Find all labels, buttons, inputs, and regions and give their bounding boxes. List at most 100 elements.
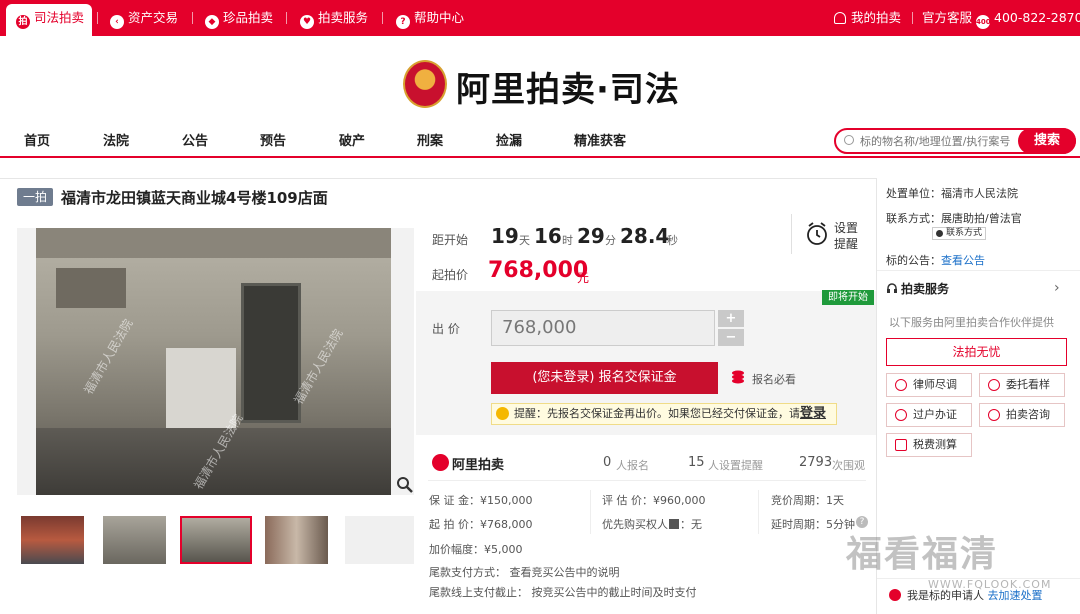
service-label: 委托看样 — [1006, 378, 1050, 391]
countdown-hours-unit: 时 — [562, 234, 573, 247]
mainnav-bargains[interactable]: 捡漏 — [496, 130, 522, 149]
start-price-info: 起 拍 价：¥768,000 — [429, 518, 533, 531]
decrease-bid-button[interactable]: − — [718, 329, 744, 346]
priority-label: 优先购买权人 — [602, 518, 668, 531]
reminder-count: 15 — [688, 455, 705, 470]
topnav-treasure-label: 珍品拍卖 — [223, 10, 274, 25]
mainnav-criminal[interactable]: 刑案 — [417, 130, 443, 149]
topnav-assets[interactable]: ‹ 资产交易 — [110, 0, 178, 36]
gem-icon: ◆ — [205, 15, 219, 29]
my-auction-label: 我的拍卖 — [851, 10, 902, 25]
counter — [166, 348, 236, 428]
countdown-days: 19 — [491, 224, 519, 248]
user-icon — [834, 12, 846, 24]
notice-link[interactable]: 查看公告 — [941, 254, 985, 267]
page-root: 拍司法拍卖 ‹ 资产交易 ◆ 珍品拍卖 ♥ 拍卖服务 ? 帮助中心 我的拍卖 官方客服 … — [0, 0, 1080, 614]
lawyer-due-diligence-button[interactable]: 律师尽调 — [886, 373, 972, 397]
ceiling — [36, 228, 391, 258]
topnav-judicial[interactable]: 拍司法拍卖 — [6, 4, 93, 36]
info-icon — [669, 519, 679, 529]
thumbnail-selected[interactable] — [180, 516, 252, 564]
signup-count: 0 — [603, 455, 612, 470]
service-desc: 以下服务由阿里拍卖合作伙伴提供 — [889, 316, 1054, 329]
divider — [428, 480, 866, 481]
platform-name: 阿里拍卖 — [452, 458, 505, 473]
gavel-icon: 拍 — [16, 15, 30, 29]
service-label: 拍卖咨询 — [1006, 408, 1050, 421]
phone-icon: 400 — [976, 15, 991, 29]
main-photo[interactable]: 福清市人民法院 福清市人民法院 福清市人民法院 — [17, 228, 414, 495]
search-button[interactable]: 搜索 — [1018, 128, 1076, 154]
delay-cycle-info: 延时周期：5分钟 — [771, 518, 855, 531]
divider — [590, 490, 591, 534]
site-logo-text[interactable]: 阿里拍卖·司法 — [456, 62, 680, 111]
topnav-treasure[interactable]: ◆ 珍品拍卖 — [205, 0, 273, 36]
top-bar: 拍司法拍卖 ‹ 资产交易 ◆ 珍品拍卖 ♥ 拍卖服务 ? 帮助中心 我的拍卖 官方客服 … — [0, 0, 1080, 36]
login-tip: 提醒：先报名交保证金再出价。如果您已经交付保证金，请登录 — [491, 403, 837, 425]
service-title: 拍卖服务 — [901, 282, 950, 296]
must-read-link[interactable]: 报名必看 — [752, 371, 796, 387]
headset-icon — [887, 283, 897, 293]
contact-button-label: 联系方式 — [946, 228, 983, 238]
tip-login-link[interactable]: 登录 — [800, 406, 826, 421]
start-price-unit: 元 — [577, 271, 590, 285]
countdown-minutes-unit: 分 — [605, 234, 616, 247]
topnav-help[interactable]: ? 帮助中心 — [396, 0, 464, 36]
thumbnail[interactable] — [345, 516, 414, 564]
transfer-button[interactable]: 过户办证 — [886, 403, 972, 427]
mainnav-bankruptcy[interactable]: 破产 — [339, 130, 365, 149]
priority-value: ：无 — [680, 518, 702, 531]
my-auction-link[interactable]: 我的拍卖 — [834, 0, 901, 36]
unit-value[interactable]: 福清市人民法院 — [941, 187, 1018, 200]
transfer-icon — [895, 409, 907, 421]
search-box: 搜索 — [834, 128, 1076, 154]
thumbnail[interactable] — [103, 516, 166, 564]
countdown-seconds: 28.4 — [620, 224, 670, 248]
phone-label: 400-822-2870 — [994, 10, 1080, 25]
photo-watermark: 福清市人民法院 — [81, 316, 136, 397]
register-deposit-button[interactable]: (您未登录) 报名交保证金 — [491, 362, 718, 394]
bid-cycle-info: 竞价周期：1天 — [771, 494, 844, 507]
thumbnail[interactable] — [265, 516, 328, 564]
wall-rack — [56, 268, 126, 308]
consult-button[interactable]: 拍卖咨询 — [979, 403, 1065, 427]
chevron-right-icon[interactable]: › — [1054, 280, 1060, 296]
mainnav-preview[interactable]: 预告 — [260, 130, 286, 149]
phone-icon — [936, 230, 943, 237]
divider — [791, 214, 792, 254]
bid-label: 出 价 — [432, 322, 460, 336]
countdown-days-unit: 天 — [519, 234, 530, 247]
viewing-button[interactable]: 委托看样 — [979, 373, 1065, 397]
worry-free-button[interactable]: 法拍无忧 — [886, 338, 1067, 366]
alarm-clock-icon[interactable] — [806, 222, 828, 246]
location-icon — [988, 379, 1000, 391]
tax-calc-button[interactable]: 税费测算 — [886, 433, 972, 457]
phone-number: 400 400-822-2870 — [976, 0, 1080, 36]
divider — [382, 12, 383, 24]
set-reminder-label-2[interactable]: 提醒 — [834, 235, 858, 252]
start-price-label: 起拍价 — [432, 268, 469, 282]
mainnav-notices[interactable]: 公告 — [182, 130, 208, 149]
notice-label: 标的公告： — [886, 254, 941, 267]
increase-bid-button[interactable]: + — [718, 310, 744, 327]
final-payment-info: 尾款支付方式： 查看竞买公告中的说明 — [429, 566, 620, 579]
topnav-assets-label: 资产交易 — [128, 10, 179, 25]
unit-info: 处置单位：福清市人民法院 — [886, 185, 1018, 201]
valuation-info: 评 估 价：¥960,000 — [602, 494, 706, 507]
signup-unit: 人报名 — [616, 459, 649, 472]
mainnav-courts[interactable]: 法院 — [103, 130, 129, 149]
reminder-unit: 人设置提醒 — [708, 459, 763, 472]
countdown-seconds-unit: 秒 — [667, 234, 678, 247]
customer-service-link[interactable]: 官方客服 — [922, 0, 972, 36]
contact-button[interactable]: 联系方式 — [932, 227, 987, 240]
zoom-icon[interactable] — [396, 476, 414, 494]
thumbnail[interactable] — [21, 516, 84, 564]
mainnav-home[interactable]: 首页 — [24, 130, 50, 149]
topnav-service[interactable]: ♥ 拍卖服务 — [300, 0, 368, 36]
site-watermark-url: WWW.FQLOOK.COM — [928, 578, 1052, 591]
bid-amount-field[interactable]: 768,000 — [491, 310, 715, 346]
set-reminder-label-1[interactable]: 设置 — [834, 219, 858, 236]
topnav-judicial-label: 司法拍卖 — [34, 10, 85, 25]
mainnav-leads[interactable]: 精准获客 — [574, 130, 626, 149]
search-input[interactable] — [860, 132, 1018, 150]
